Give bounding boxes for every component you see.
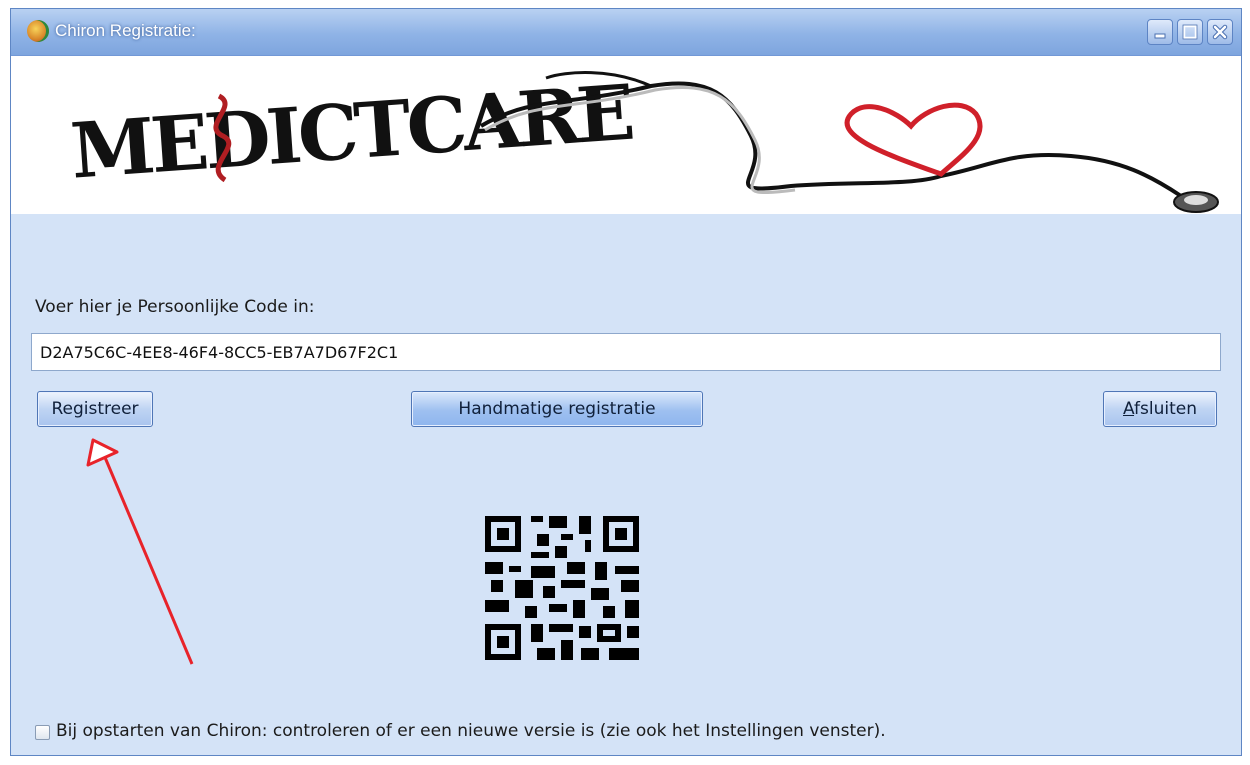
qr-code-icon: [485, 516, 639, 660]
banner-artwork: MEDICTCARE: [68, 68, 1219, 213]
close-button-accelerator: A: [1123, 399, 1135, 419]
personal-code-input[interactable]: [31, 333, 1221, 371]
close-button-label: fsluiten: [1134, 399, 1197, 419]
register-button[interactable]: Registreer: [37, 391, 153, 427]
minimize-button[interactable]: [1147, 19, 1173, 45]
update-check-label: Bij opstarten van Chiron: controleren of…: [56, 721, 886, 741]
personal-code-label: Voer hier je Persoonlijke Code in:: [35, 297, 315, 317]
minimize-icon: [1154, 33, 1166, 39]
close-button[interactable]: Afsluiten: [1103, 391, 1217, 427]
registration-window: Chiron Registratie: MEDICTCARE Voer hier…: [10, 8, 1242, 756]
maximize-button[interactable]: [1177, 19, 1203, 45]
close-window-button[interactable]: [1207, 19, 1233, 45]
manual-registration-button[interactable]: Handmatige registratie: [411, 391, 703, 427]
medicare-banner: MEDICTCARE: [11, 56, 1241, 214]
maximize-icon: [1182, 24, 1198, 40]
close-icon: [1212, 24, 1228, 40]
logo-text: MEDICTCARE: [68, 68, 635, 196]
title-bar[interactable]: Chiron Registratie:: [11, 9, 1241, 56]
app-icon: [27, 20, 49, 42]
update-check-checkbox[interactable]: [35, 725, 50, 740]
window-title: Chiron Registratie:: [55, 21, 196, 40]
